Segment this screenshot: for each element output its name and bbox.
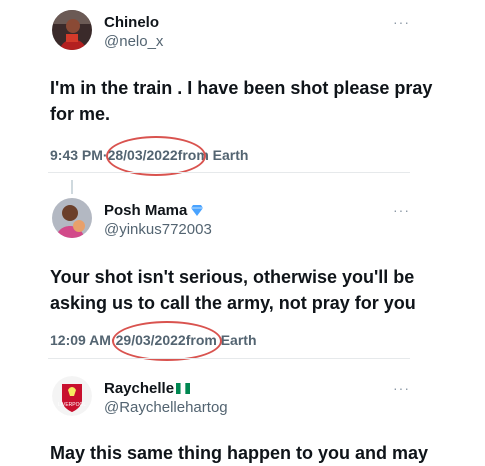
more-options-icon[interactable]: ··· xyxy=(393,202,410,218)
thread-line xyxy=(71,180,73,194)
nigeria-flag-icon xyxy=(176,381,191,398)
time: 9:43 PM xyxy=(50,147,103,163)
more-options-icon[interactable]: ··· xyxy=(393,380,410,396)
divider xyxy=(48,172,410,173)
source: from Earth xyxy=(177,147,249,163)
diamond-icon xyxy=(190,203,204,221)
more-options-icon[interactable]: ··· xyxy=(393,14,410,30)
tweet-text: Your shot isn't serious, otherwise you'l… xyxy=(50,267,416,313)
tweet-text: I'm in the train . I have been shot plea… xyxy=(50,78,433,124)
username[interactable]: @nelo_x xyxy=(104,33,163,50)
crest-label: LIVERPOOL xyxy=(58,402,87,408)
tweet-text: May this same thing happen to you and ma… xyxy=(50,443,429,463)
tweet-timestamp[interactable]: 9:43 PM · 28/03/2022 from Earth xyxy=(50,147,248,163)
time: 12:09 AM xyxy=(50,332,111,348)
avatar[interactable] xyxy=(52,10,92,50)
avatar[interactable]: LIVERPOOL xyxy=(52,376,92,416)
tweet-timestamp[interactable]: 12:09 AM · 29/03/2022 from Earth xyxy=(50,332,257,348)
divider xyxy=(48,358,410,359)
display-name[interactable]: Posh Mama xyxy=(104,202,204,221)
display-name[interactable]: Chinelo xyxy=(104,14,159,31)
username[interactable]: @yinkus772003 xyxy=(104,221,212,238)
date: 29/03/2022 xyxy=(115,332,186,348)
username[interactable]: @Raychellehartog xyxy=(104,399,228,416)
avatar[interactable] xyxy=(52,198,92,238)
display-name[interactable]: Raychelle xyxy=(104,380,191,398)
source: from Earth xyxy=(185,332,257,348)
date: 28/03/2022 xyxy=(107,147,178,163)
